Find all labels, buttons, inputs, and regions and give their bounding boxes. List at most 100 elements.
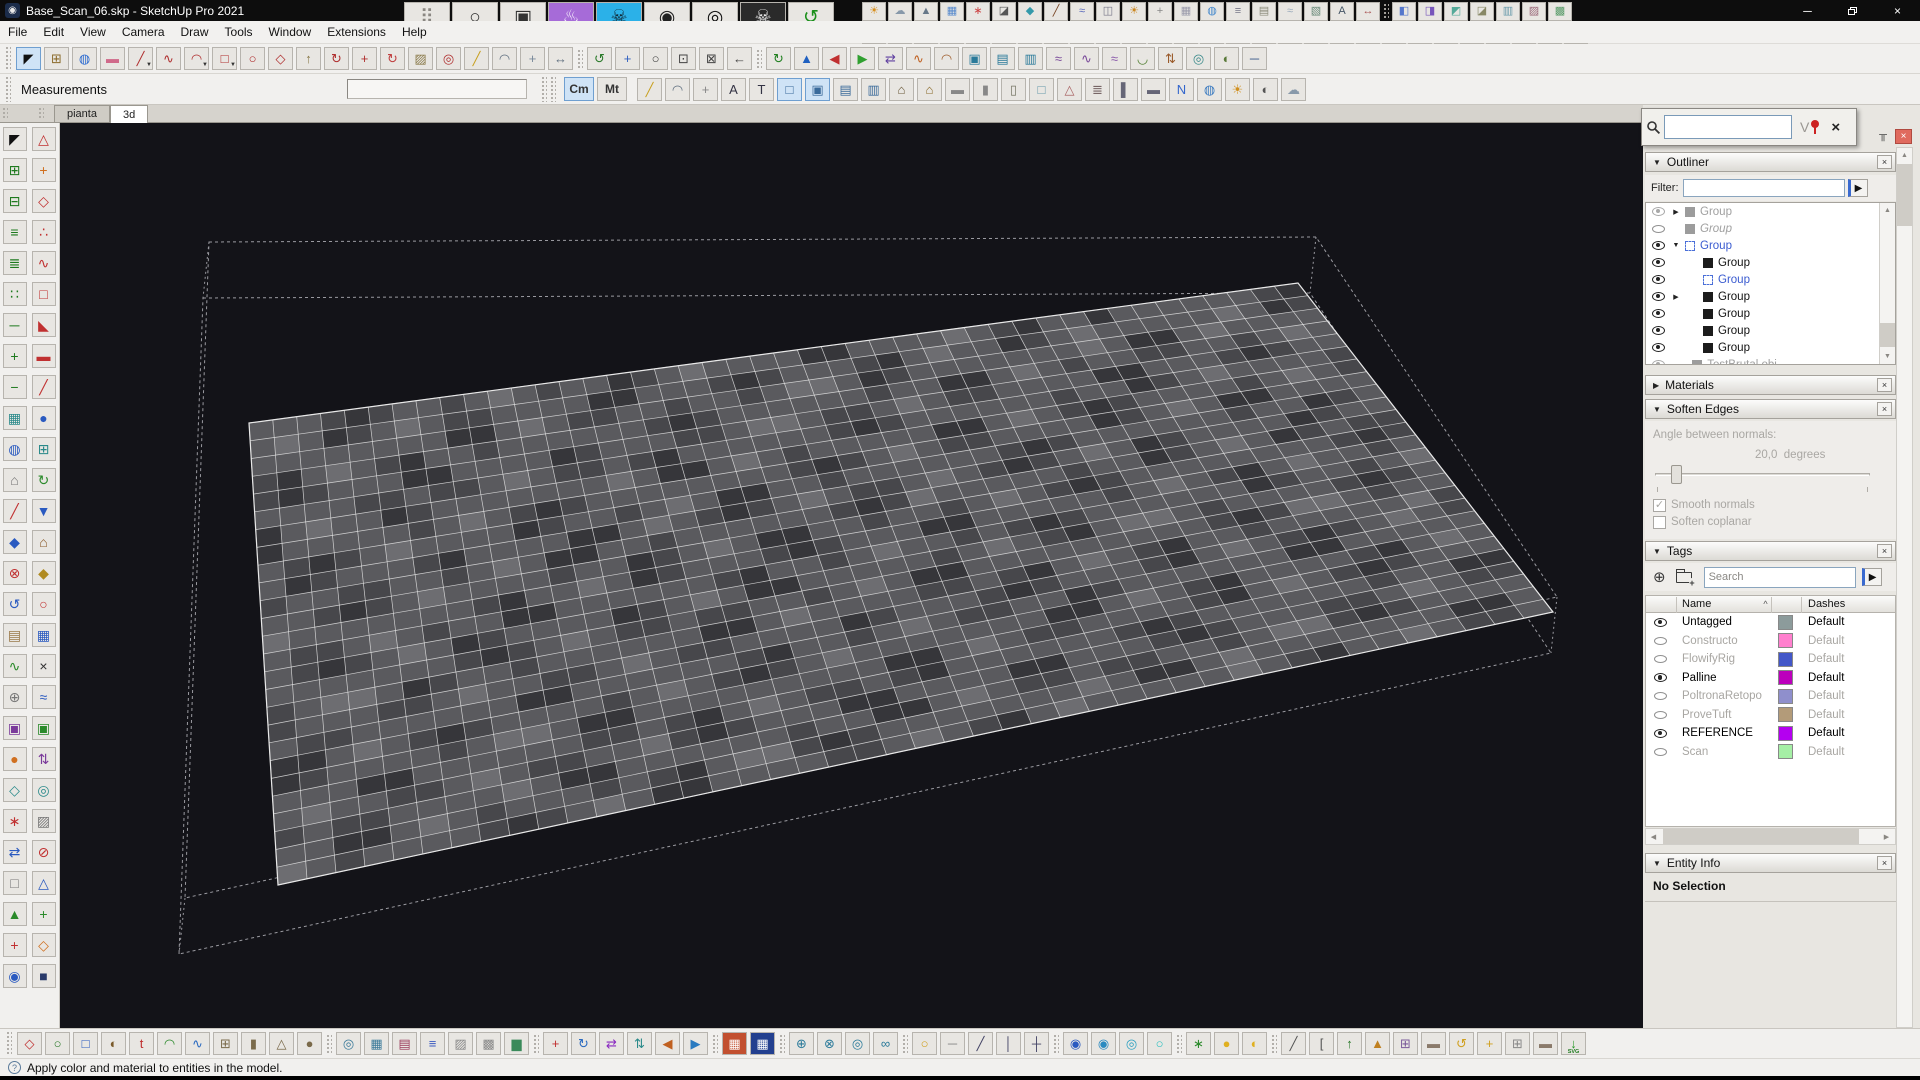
outliner-scrollbar[interactable]: ▲ ▼ (1879, 203, 1895, 364)
expand-icon[interactable]: ▼ (1671, 242, 1681, 249)
visibility-eye-icon[interactable] (1652, 326, 1665, 335)
fog-icon[interactable]: ☁ (888, 2, 912, 21)
tags-search-input[interactable] (1704, 567, 1856, 588)
wave-green-icon[interactable]: ∿ (3, 654, 27, 678)
edge-tools-icon[interactable]: ─ (1242, 47, 1267, 70)
outliner-row[interactable]: TestBrutal.obj (1646, 356, 1895, 365)
vt-diamond-icon[interactable]: ◇ (32, 189, 56, 213)
outliner-row[interactable]: Group (1646, 322, 1895, 339)
outliner-close-icon[interactable]: × (1877, 155, 1892, 169)
tri-blue-icon[interactable]: ▼ (32, 499, 56, 523)
tri-green-icon[interactable]: ▲ (3, 902, 27, 926)
menu-window[interactable]: Window (261, 21, 320, 43)
swap-v-icon[interactable]: ⇅ (627, 1032, 652, 1055)
tri-up-blue-icon[interactable]: △ (32, 871, 56, 895)
jpp-basic-icon[interactable]: ▣ (962, 47, 987, 70)
t-red-icon[interactable]: t (129, 1032, 154, 1055)
box-gray-icon[interactable]: □ (3, 871, 27, 895)
spin-green-icon[interactable]: ↻ (32, 468, 56, 492)
tray-scrollbar[interactable]: ▲ (1896, 147, 1913, 1028)
sections-sm-icon[interactable]: ◫ (1096, 2, 1120, 21)
arc-green-icon[interactable]: ◠ (157, 1032, 182, 1055)
tag-color-swatch[interactable] (1778, 744, 1793, 759)
menu-view[interactable]: View (72, 21, 114, 43)
layers-sm-icon[interactable]: ≡ (1226, 2, 1250, 21)
make-component-icon[interactable]: ⊞ (44, 47, 69, 70)
tag-visibility-eye-icon[interactable] (1654, 748, 1667, 756)
star-red-icon[interactable]: ∗ (3, 809, 27, 833)
beam-icon[interactable]: ▬ (1141, 78, 1166, 101)
extrude-edges-icon[interactable]: ⇅ (1158, 47, 1183, 70)
tape-2-icon[interactable]: ╱ (637, 78, 662, 101)
section-fill-icon[interactable]: ▥ (861, 78, 886, 101)
styles-icon[interactable]: ◪ (992, 2, 1016, 21)
disc-teal-icon[interactable]: ◎ (32, 778, 56, 802)
sel-circle-icon[interactable]: ○ (45, 1032, 70, 1055)
tag-visibility-eye-icon[interactable] (1654, 729, 1667, 738)
viewport-canvas[interactable] (60, 123, 1643, 1028)
visibility-eye-icon[interactable] (1652, 225, 1665, 233)
tag-name[interactable]: REFERENCE (1682, 727, 1753, 739)
grid-sm-icon[interactable]: ▦ (1174, 2, 1198, 21)
outliner-item-label[interactable]: Group (1718, 325, 1750, 337)
minimize-button[interactable]: ─ (1785, 0, 1830, 21)
add-tag-icon[interactable]: ⊕ (1653, 568, 1666, 586)
outliner-item-label[interactable]: Group (1718, 257, 1750, 269)
dot-orange-icon[interactable]: ● (3, 747, 27, 771)
wave-blue-icon[interactable]: ≈ (32, 685, 56, 709)
chart-bar-icon[interactable]: ▆ (504, 1032, 529, 1055)
outliner-row[interactable]: ▶Group (1646, 288, 1895, 305)
updown-purple-icon[interactable]: ⇅ (32, 747, 56, 771)
soften-coplanar-checkbox[interactable] (1653, 516, 1666, 529)
menu-file[interactable]: File (0, 21, 35, 43)
curviloft-loft-icon[interactable]: ∿ (1074, 47, 1099, 70)
soap-skin-icon[interactable]: ◎ (1186, 47, 1211, 70)
unit-mt-button[interactable]: Mt (597, 77, 627, 101)
ruler-icon[interactable]: ─ (940, 1032, 965, 1055)
grid-blue-icon[interactable]: ▦ (32, 623, 56, 647)
close-button[interactable]: × (1875, 0, 1920, 21)
fog-2-icon[interactable]: ≈ (1278, 2, 1302, 21)
text-tool-icon[interactable]: A (721, 78, 746, 101)
sel-loop-icon[interactable]: ≡ (3, 220, 27, 244)
angle-slider-track[interactable] (1655, 473, 1870, 476)
entity-info-header[interactable]: ▼ Entity Info × (1645, 853, 1896, 873)
vt-wave-icon[interactable]: ∿ (32, 251, 56, 275)
geo-locate-icon[interactable]: ◍ (1197, 78, 1222, 101)
half-moon-icon[interactable]: ◐ (101, 1032, 126, 1055)
tag-visibility-eye-icon[interactable] (1654, 711, 1667, 719)
pen-2-icon[interactable]: ╱ (968, 1032, 993, 1055)
tag-visibility-eye-icon[interactable] (1654, 618, 1667, 627)
vt-slash-icon[interactable]: ╱ (32, 375, 56, 399)
shape-bender-icon[interactable]: ◡ (1130, 47, 1155, 70)
zoom-icon[interactable]: ○ (643, 47, 668, 70)
vt-poly-icon[interactable]: △ (32, 127, 56, 151)
visibility-eye-icon[interactable] (1652, 207, 1665, 216)
plus-green-icon[interactable]: + (32, 902, 56, 926)
tag-color-swatch[interactable] (1778, 670, 1793, 685)
tag-color-swatch[interactable] (1778, 707, 1793, 722)
bracket-icon[interactable]: [ (1309, 1032, 1334, 1055)
bed-2-icon[interactable]: ▬ (1533, 1032, 1558, 1055)
follow-me-icon[interactable]: ↻ (324, 47, 349, 70)
hatch-2-icon[interactable]: ▩ (476, 1032, 501, 1055)
text-sm-icon[interactable]: A (1330, 2, 1354, 21)
swirl-2-icon[interactable]: ◉ (1091, 1032, 1116, 1055)
swirl-1-icon[interactable]: ◉ (1063, 1032, 1088, 1055)
gear-2-icon[interactable]: ⊗ (817, 1032, 842, 1055)
soften-close-icon[interactable]: × (1877, 402, 1892, 416)
gem-blue-icon[interactable]: ◆ (3, 530, 27, 554)
cone-icon[interactable]: △ (269, 1032, 294, 1055)
sel-shrink-icon[interactable]: ⊟ (3, 189, 27, 213)
materials-header[interactable]: ▶ Materials × (1645, 375, 1896, 395)
tags-detail-arrow-icon[interactable]: ▶ (1862, 568, 1882, 586)
rotate-icon[interactable]: ↻ (380, 47, 405, 70)
delete-x-icon[interactable]: ⊗ (3, 561, 27, 585)
sketchy-edges-icon[interactable]: ╱ (1044, 2, 1068, 21)
tag-color-swatch[interactable] (1778, 615, 1793, 630)
menu-extensions[interactable]: Extensions (319, 21, 394, 43)
sel-minus-icon[interactable]: − (3, 375, 27, 399)
knot-icon[interactable]: ∞ (873, 1032, 898, 1055)
add-circle-icon[interactable]: ⊕ (3, 685, 27, 709)
outliner-item-label[interactable]: Group (1700, 223, 1732, 235)
